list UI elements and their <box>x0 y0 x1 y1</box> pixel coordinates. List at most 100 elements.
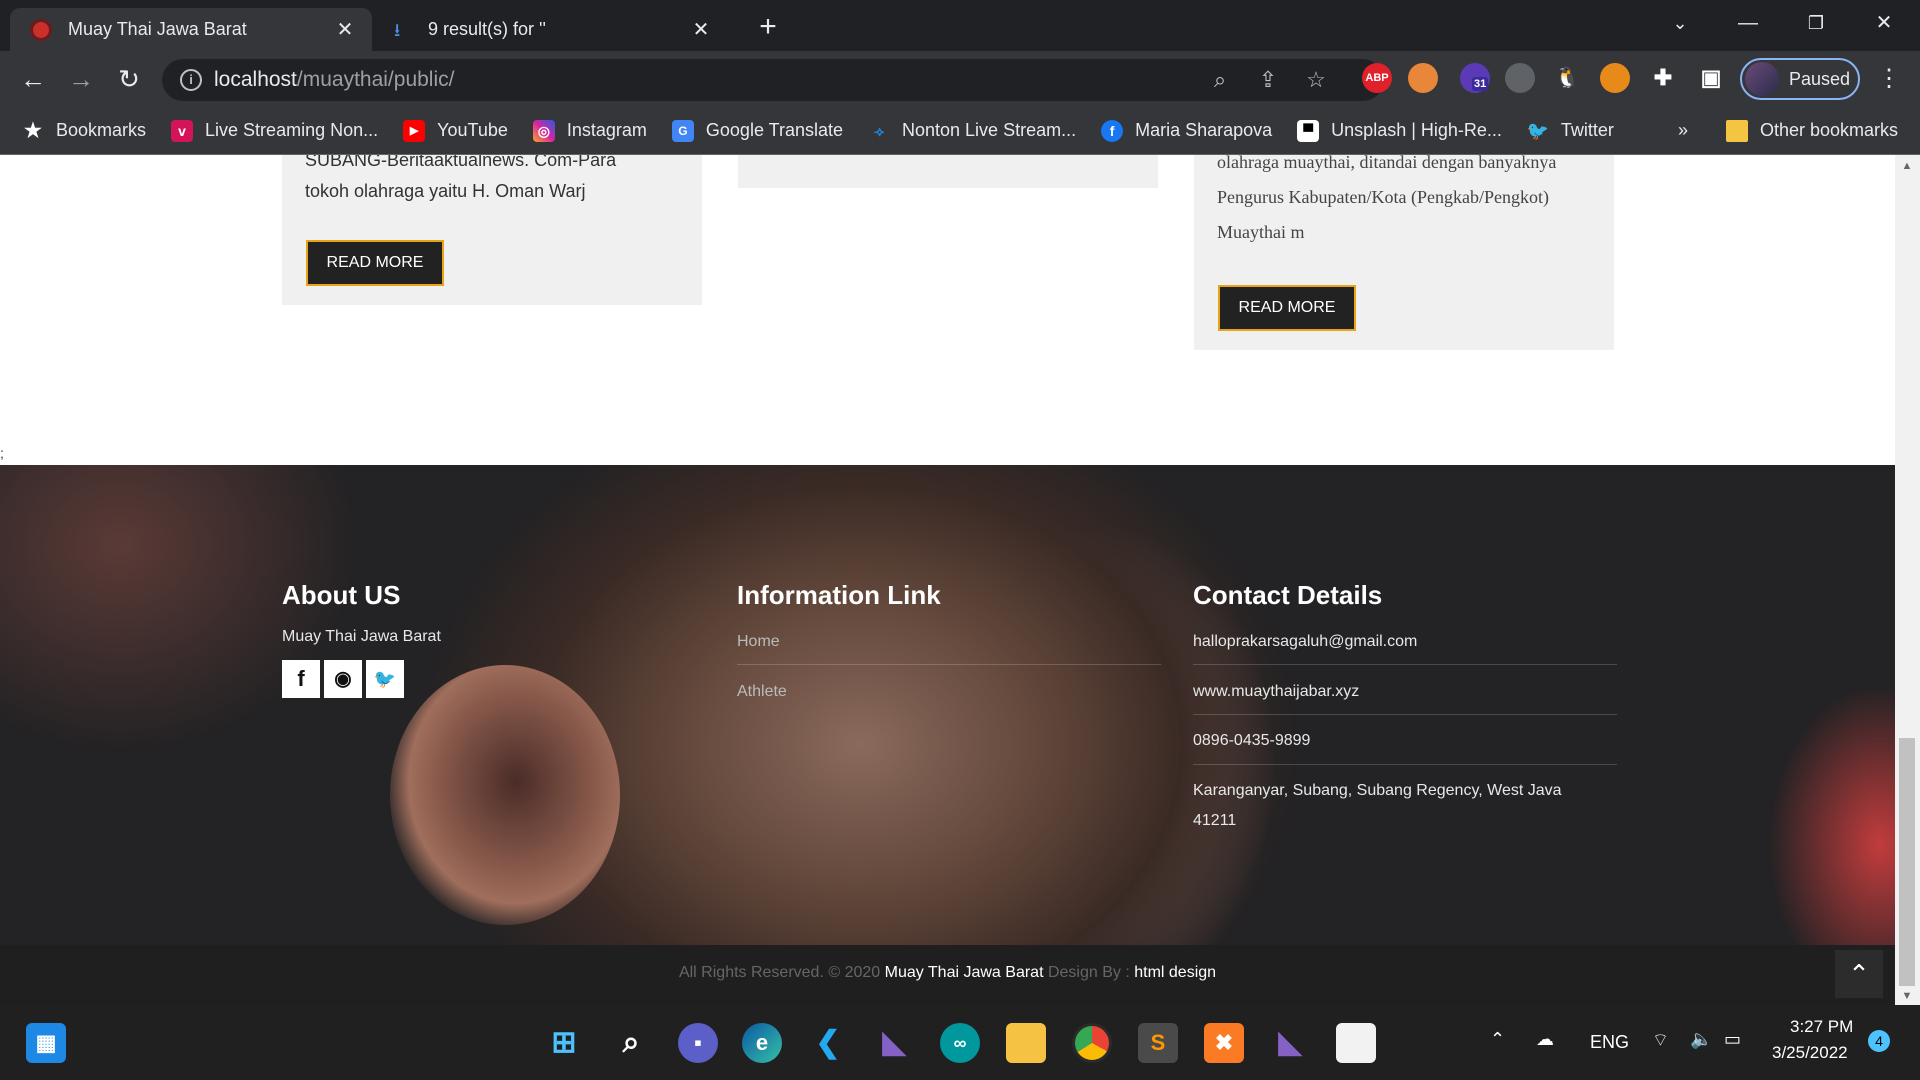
extension-badge: 31 <box>1472 77 1489 91</box>
reload-button[interactable]: ↻ <box>112 63 146 97</box>
bookmark-label: Bookmarks <box>56 120 147 140</box>
more-bookmarks-button[interactable]: » <box>1678 120 1688 141</box>
battery-icon[interactable]: ▭ <box>1724 1029 1741 1050</box>
new-tab-button[interactable]: + <box>748 8 788 48</box>
minimize-button[interactable]: — <box>1718 6 1778 40</box>
xampp-icon[interactable]: ✖ <box>1204 1023 1244 1063</box>
back-button[interactable]: ← <box>16 63 50 97</box>
footer-link-athlete[interactable]: Athlete <box>737 683 787 701</box>
copyright-bar: All Rights Reserved. © 2020 Muay Thai Ja… <box>0 945 1895 1005</box>
linux-extension-icon[interactable]: 🐧 <box>1552 63 1582 93</box>
contact-email[interactable]: halloprakarsagaluh@gmail.com <box>1193 633 1417 651</box>
shield-extension-icon[interactable] <box>1505 63 1535 93</box>
bookmark-bookmarks[interactable]: ★ Bookmarks <box>22 120 146 142</box>
bookmark-twitter[interactable]: 🐦 Twitter <box>1527 120 1614 142</box>
twitter-icon[interactable]: 🐦 <box>366 660 404 698</box>
site-info-icon[interactable]: i <box>180 69 202 91</box>
chrome-icon[interactable] <box>1072 1023 1112 1063</box>
extension-circle-icon[interactable] <box>1600 63 1630 93</box>
bookmark-nonton[interactable]: ⟢ Nonton Live Stream... <box>868 120 1076 142</box>
unsplash-icon: ▀ <box>1297 119 1320 142</box>
bookmark-maria-sharapova[interactable]: f Maria Sharapova <box>1101 119 1272 142</box>
forward-button[interactable]: → <box>64 63 98 97</box>
bookmark-unsplash[interactable]: ▀ Unsplash | High-Re... <box>1297 119 1502 142</box>
bookmark-label: Other bookmarks <box>1760 120 1899 140</box>
visual-studio-icon[interactable]: ◣ <box>874 1023 914 1063</box>
copyright-brand[interactable]: Muay Thai Jawa Barat <box>885 964 1044 981</box>
bookmark-instagram[interactable]: ◎ Instagram <box>532 119 647 142</box>
github-icon[interactable]: ◉ <box>324 660 362 698</box>
tab-search-results[interactable]: ⭳ 9 result(s) for '' ✕ <box>372 8 728 51</box>
bookmark-label: Unsplash | High-Re... <box>1331 120 1502 140</box>
back-to-top-button[interactable]: ⌃ <box>1835 950 1883 998</box>
file-explorer-icon[interactable] <box>1006 1023 1046 1063</box>
start-button-icon[interactable]: ⊞ <box>544 1023 584 1063</box>
contact-website[interactable]: www.muaythaijabar.xyz <box>1193 683 1359 701</box>
clock-time[interactable]: 3:27 PM <box>1790 1017 1853 1037</box>
bookmark-label: Nonton Live Stream... <box>902 120 1077 140</box>
vidio-icon: v <box>171 119 194 142</box>
bookmark-google-translate[interactable]: G Google Translate <box>671 119 843 142</box>
sublime-text-icon[interactable]: S <box>1138 1023 1178 1063</box>
read-more-button[interactable]: READ MORE <box>306 240 444 286</box>
teams-chat-icon[interactable]: ▪ <box>678 1023 718 1063</box>
url-text: localhost/muaythai/public/ <box>214 68 455 91</box>
information-link-heading: Information Link <box>737 580 941 610</box>
download-icon: ⭳ <box>394 19 401 40</box>
widgets-icon[interactable]: ▦ <box>26 1023 66 1063</box>
news-card <box>738 155 1158 188</box>
footer-link-home[interactable]: Home <box>737 633 780 651</box>
language-indicator[interactable]: ENG <box>1590 1032 1629 1053</box>
volume-icon[interactable]: 🔈 <box>1690 1029 1712 1050</box>
profile-button[interactable]: Paused <box>1740 58 1860 100</box>
profile-status: Paused <box>1789 68 1851 89</box>
wifi-icon[interactable]: ⌔ <box>1652 1029 1669 1052</box>
search-icon[interactable]: ⌕ <box>611 1023 651 1063</box>
extension-calendar-icon[interactable]: 31 <box>1460 63 1490 93</box>
vscode-icon[interactable]: ❮ <box>808 1023 848 1063</box>
news-card: olahraga muaythai, ditandai dengan banya… <box>1194 155 1614 350</box>
browser-toolbar: ← → ↻ i localhost/muaythai/public/ ⌕ ⇪ ☆… <box>0 51 1920 107</box>
scroll-down-arrow-icon[interactable]: ▼ <box>1900 990 1914 1004</box>
scrollbar-thumb[interactable] <box>1899 738 1915 986</box>
onedrive-cloud-icon[interactable]: ☁ <box>1536 1029 1554 1050</box>
read-more-button[interactable]: READ MORE <box>1218 285 1356 331</box>
stream-icon: ⟢ <box>873 122 885 139</box>
close-tab-icon[interactable]: ✕ <box>686 17 716 42</box>
bookmark-youtube[interactable]: ▶ YouTube <box>403 119 508 142</box>
other-bookmarks-folder[interactable]: Other bookmarks <box>1726 119 1899 142</box>
menu-kebab-icon[interactable]: ⋮ <box>1872 63 1906 97</box>
edge-icon[interactable]: e <box>742 1023 782 1063</box>
side-panel-icon[interactable]: ▣ <box>1696 63 1726 93</box>
about-text: Muay Thai Jawa Barat <box>282 628 441 645</box>
clock-date[interactable]: 3/25/2022 <box>1772 1043 1848 1063</box>
bookmark-label: Instagram <box>566 120 647 140</box>
share-icon[interactable]: ⇪ <box>1255 67 1281 93</box>
tab-search-icon[interactable]: ⌄ <box>1650 6 1710 40</box>
visual-studio-icon[interactable]: ◣ <box>1270 1023 1310 1063</box>
card-excerpt: SUBANG-Beritaaktualnews. Com-Para <box>305 155 617 170</box>
extension-orange-icon[interactable] <box>1408 63 1438 93</box>
notepad-icon[interactable] <box>1336 1023 1376 1063</box>
zoom-icon[interactable]: ⌕ <box>1207 67 1233 93</box>
bookmark-star-icon[interactable]: ☆ <box>1303 67 1329 93</box>
scroll-up-arrow-icon[interactable]: ▲ <box>1900 160 1914 174</box>
close-window-button[interactable]: ✕ <box>1854 6 1914 40</box>
tab-muay-thai[interactable]: Muay Thai Jawa Barat ✕ <box>10 8 372 51</box>
adblock-extension-icon[interactable]: ABP <box>1362 63 1392 93</box>
restore-button[interactable]: ❐ <box>1786 6 1846 40</box>
copyright-designer[interactable]: html design <box>1134 964 1216 981</box>
close-tab-icon[interactable]: ✕ <box>330 17 360 42</box>
bookmark-label: Twitter <box>1560 120 1614 140</box>
divider <box>1193 714 1617 715</box>
address-bar[interactable]: i localhost/muaythai/public/ ⌕ ⇪ ☆ <box>162 59 1384 101</box>
divider <box>1193 664 1617 665</box>
notification-badge[interactable]: 4 <box>1868 1030 1890 1052</box>
extensions-puzzle-icon[interactable]: ✚ <box>1648 63 1678 93</box>
stray-text: ; <box>0 445 4 461</box>
facebook-icon[interactable]: f <box>282 660 320 698</box>
arduino-icon[interactable]: ∞ <box>940 1023 980 1063</box>
footer: About US Muay Thai Jawa Barat f ◉ 🐦 Info… <box>0 465 1895 945</box>
bookmark-vidio[interactable]: v Live Streaming Non... <box>171 119 378 142</box>
show-hidden-icons-icon[interactable]: ⌃ <box>1490 1029 1505 1050</box>
